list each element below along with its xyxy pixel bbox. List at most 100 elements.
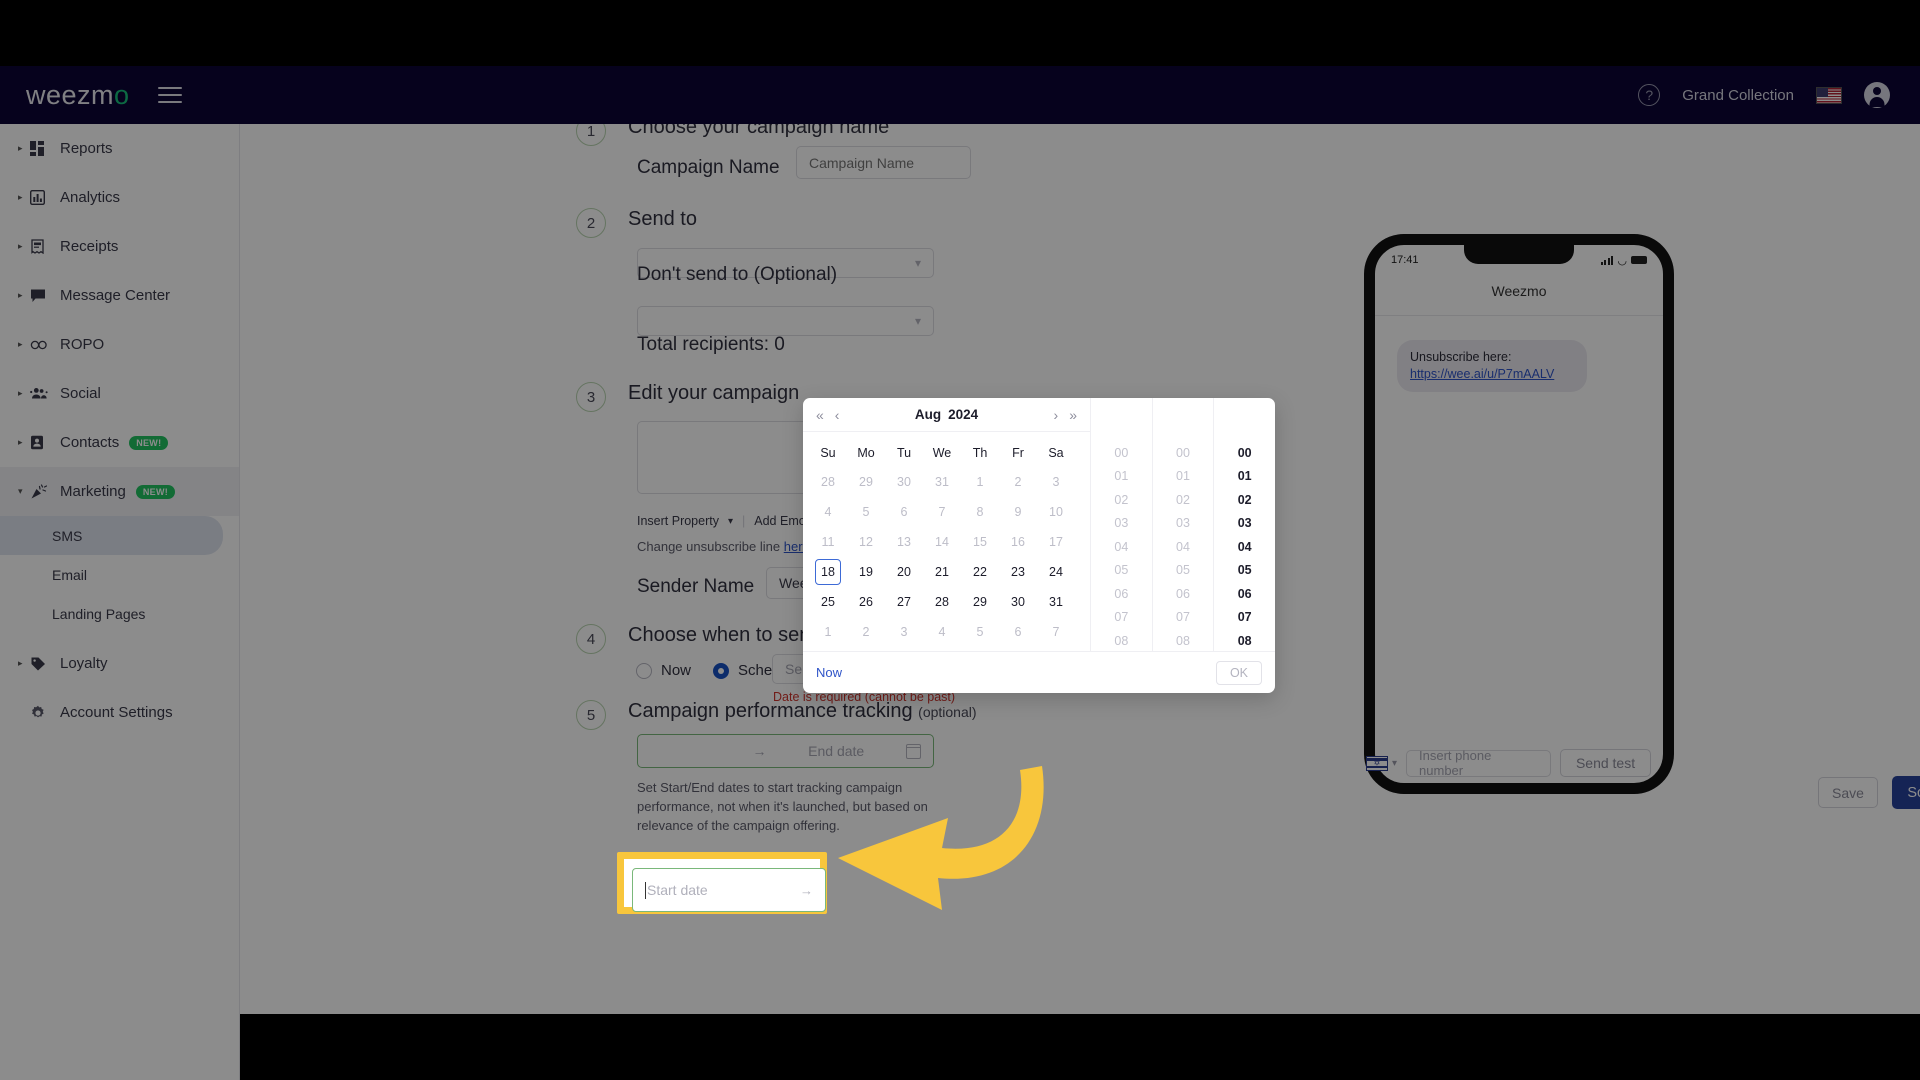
sidebar-item-loyalty[interactable]: ▸ Loyalty bbox=[0, 639, 239, 688]
hour-option[interactable]: 03 bbox=[1091, 512, 1152, 536]
second-column[interactable]: 00 01 02 03 04 05 06 07 08 bbox=[1214, 398, 1275, 651]
chevron-down-icon[interactable]: ▾ bbox=[728, 516, 733, 527]
minute-option[interactable]: 04 bbox=[1153, 535, 1214, 559]
minute-option[interactable]: 07 bbox=[1153, 606, 1214, 630]
calendar-day-cell: 7 bbox=[1037, 617, 1075, 647]
second-option[interactable]: 03 bbox=[1214, 512, 1275, 536]
sidebar-subitem-label: Landing Pages bbox=[52, 605, 146, 622]
hour-option[interactable]: 05 bbox=[1091, 559, 1152, 583]
radio-now[interactable] bbox=[636, 662, 652, 679]
calendar-day-cell[interactable]: 31 bbox=[1037, 587, 1075, 617]
sidebar-item-ropo[interactable]: ▸ ROPO bbox=[0, 320, 239, 369]
hour-option[interactable]: 01 bbox=[1091, 465, 1152, 489]
save-button[interactable]: Save bbox=[1818, 777, 1878, 808]
minute-column[interactable]: 00 01 02 03 04 05 06 07 08 bbox=[1153, 398, 1215, 651]
calendar-day-label: 15 bbox=[973, 535, 987, 549]
calendar-day-cell[interactable]: 23 bbox=[999, 557, 1037, 587]
start-date-input[interactable]: Start date → bbox=[632, 868, 826, 912]
calendar-month[interactable]: Aug bbox=[915, 407, 941, 422]
hamburger-menu-icon[interactable] bbox=[157, 87, 182, 103]
sidebar-item-email[interactable]: Email bbox=[0, 555, 239, 594]
sidebar-item-receipts[interactable]: ▸ Receipts bbox=[0, 222, 239, 271]
calendar-day-label: 25 bbox=[821, 595, 835, 609]
campaign-name-input[interactable] bbox=[796, 146, 971, 179]
second-option[interactable]: 06 bbox=[1214, 582, 1275, 606]
minute-option[interactable]: 01 bbox=[1153, 465, 1214, 489]
test-phone-input[interactable]: Insert phone number bbox=[1406, 748, 1552, 778]
second-option[interactable]: 07 bbox=[1214, 606, 1275, 630]
second-option[interactable]: 02 bbox=[1214, 488, 1275, 512]
hour-option[interactable]: 00 bbox=[1091, 441, 1152, 465]
hour-option[interactable]: 04 bbox=[1091, 535, 1152, 559]
calendar-day-label: 28 bbox=[821, 475, 835, 489]
calendar-day-cell[interactable]: 28 bbox=[923, 587, 961, 617]
sidebar-item-message-center[interactable]: ▸ Message Center bbox=[0, 271, 239, 320]
calendar-day-cell[interactable]: 27 bbox=[885, 587, 923, 617]
minute-option[interactable]: 08 bbox=[1153, 629, 1214, 651]
us-flag-icon[interactable] bbox=[1816, 86, 1842, 104]
sidebar-item-contacts[interactable]: ▸ Contacts NEW! bbox=[0, 418, 239, 467]
hour-option[interactable]: 02 bbox=[1091, 488, 1152, 512]
hour-option[interactable]: 06 bbox=[1091, 582, 1152, 606]
sidebar-item-account-settings[interactable]: Account Settings bbox=[0, 688, 239, 737]
minute-option[interactable]: 06 bbox=[1153, 582, 1214, 606]
calendar-day-cell: 4 bbox=[809, 497, 847, 527]
minute-option[interactable]: 02 bbox=[1153, 488, 1214, 512]
calendar-day-label: 5 bbox=[976, 625, 984, 639]
send-test-button[interactable]: Send test bbox=[1560, 749, 1652, 777]
calendar-day-cell[interactable]: 20 bbox=[885, 557, 923, 587]
insert-property-button[interactable]: Insert Property bbox=[637, 514, 719, 528]
calendar-day-cell: 2 bbox=[847, 617, 885, 647]
sms-message-link[interactable]: https://wee.ai/u/P7mAALV bbox=[1410, 367, 1554, 381]
weezmo-logo[interactable]: weezm o bbox=[26, 80, 130, 111]
chevron-right-icon[interactable]: › bbox=[1054, 407, 1059, 423]
sidebar-item-social[interactable]: ▸ Social bbox=[0, 369, 239, 418]
sidebar-item-label: Marketing bbox=[60, 483, 126, 500]
sidebar-item-sms[interactable]: SMS bbox=[0, 516, 223, 555]
hour-option[interactable]: 07 bbox=[1091, 606, 1152, 630]
dont-send-to-select[interactable]: ▾ bbox=[637, 306, 934, 336]
sidebar-item-reports[interactable]: ▸ Reports bbox=[0, 124, 239, 173]
hour-option[interactable]: 08 bbox=[1091, 629, 1152, 651]
calendar-day-cell[interactable]: 19 bbox=[847, 557, 885, 587]
second-option[interactable]: 01 bbox=[1214, 465, 1275, 489]
second-option[interactable]: 04 bbox=[1214, 535, 1275, 559]
sidebar-item-landing-pages[interactable]: Landing Pages bbox=[0, 594, 239, 633]
ok-button[interactable]: OK bbox=[1215, 660, 1262, 685]
second-option[interactable]: 08 bbox=[1214, 629, 1275, 651]
radio-option-now[interactable]: Now bbox=[636, 662, 691, 679]
minute-option[interactable]: 03 bbox=[1153, 512, 1214, 536]
radio-schedule[interactable] bbox=[713, 662, 730, 679]
calendar-day-cell[interactable]: 18 bbox=[809, 557, 847, 587]
minute-option[interactable]: 00 bbox=[1153, 441, 1214, 465]
calendar-day-cell[interactable]: 24 bbox=[1037, 557, 1075, 587]
calendar-day-cell: 17 bbox=[1037, 527, 1075, 557]
chevron-left-icon[interactable]: ‹ bbox=[835, 407, 840, 423]
double-chevron-right-icon[interactable]: » bbox=[1069, 407, 1077, 423]
chevron-right-icon: ▸ bbox=[18, 290, 23, 300]
help-icon[interactable]: ? bbox=[1638, 84, 1661, 106]
calendar-icon[interactable] bbox=[905, 743, 921, 759]
minute-option[interactable]: 05 bbox=[1153, 559, 1214, 583]
calendar-day-cell[interactable]: 25 bbox=[809, 587, 847, 617]
hour-column[interactable]: 00 01 02 03 04 05 06 07 08 bbox=[1091, 398, 1153, 651]
sidebar-item-marketing[interactable]: ▾ Marketing NEW! bbox=[0, 467, 239, 516]
double-chevron-left-icon[interactable]: « bbox=[816, 407, 824, 423]
calendar-day-cell[interactable]: 29 bbox=[961, 587, 999, 617]
end-date-placeholder[interactable]: End date bbox=[808, 743, 864, 759]
second-option[interactable]: 00 bbox=[1214, 441, 1275, 465]
calendar-day-cell[interactable]: 21 bbox=[923, 557, 961, 587]
schedule-campaign-button[interactable]: Schedule campaign bbox=[1892, 776, 1920, 809]
calendar-day-cell[interactable]: 22 bbox=[961, 557, 999, 587]
calendar-year[interactable]: 2024 bbox=[948, 407, 978, 422]
sidebar-item-analytics[interactable]: ▸ Analytics bbox=[0, 173, 239, 222]
user-avatar-icon[interactable] bbox=[1864, 82, 1890, 108]
calendar-day-cell[interactable]: 30 bbox=[999, 587, 1037, 617]
second-option[interactable]: 05 bbox=[1214, 559, 1275, 583]
account-name[interactable]: Grand Collection bbox=[1682, 87, 1794, 104]
chevron-down-icon[interactable]: ▾ bbox=[1392, 758, 1397, 769]
sidebar-item-label: Message Center bbox=[60, 287, 171, 304]
calendar-day-cell[interactable]: 26 bbox=[847, 587, 885, 617]
country-code-select[interactable]: ✡ ▾ bbox=[1366, 755, 1397, 771]
now-button[interactable]: Now bbox=[816, 665, 842, 680]
